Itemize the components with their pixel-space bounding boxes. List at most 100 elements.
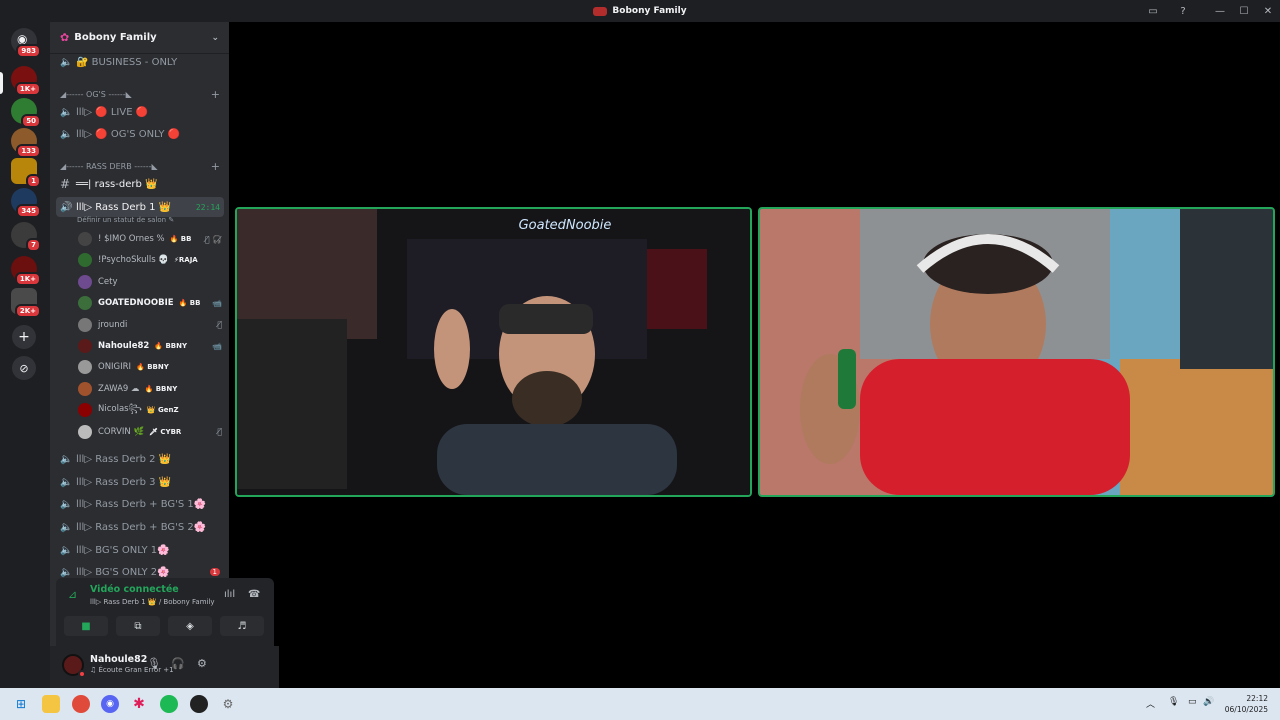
soundboard-button[interactable]: ♬ <box>220 616 264 636</box>
tray-chevron-up-icon[interactable]: ︿ <box>1146 697 1155 710</box>
server-icon[interactable]: 133 <box>11 128 41 158</box>
speaker-icon: 🔈 <box>60 128 73 140</box>
window-title-text: Bobony Family <box>612 6 687 16</box>
voice-member[interactable]: ZAWA9 ☁ 🔥 BBNY <box>78 380 222 398</box>
video-tile-nahoule82[interactable] <box>758 207 1275 497</box>
channel-ogs-only[interactable]: 🔈 lll▷ 🔴 OG'S ONLY 🔴 <box>56 124 224 144</box>
screen-share-button[interactable]: ⧉ <box>116 616 160 636</box>
windows-start-icon[interactable]: ⊞ <box>12 695 30 713</box>
voice-member[interactable]: jroundi 🎙̸ <box>78 316 222 334</box>
category-rass-derb[interactable]: ◢------ RASS DERB ------◣ + <box>60 160 220 173</box>
screen-share-icon: ⧉ <box>134 620 142 632</box>
noise-suppression-icon[interactable]: ılıl <box>224 589 235 600</box>
user-panel: Nahoule82 ♫ Écoute Gran Error +1 🎙 🎧 ⚙ <box>50 646 279 688</box>
server-rail: ◉ 983 1K+ 50 133 1 345 7 1K+ 2K+ + ⊘ <box>0 22 50 688</box>
dnd-status-icon <box>78 670 86 678</box>
gear-icon[interactable]: ⚙ <box>197 657 207 670</box>
discover-icon[interactable]: ⊘ <box>12 356 36 380</box>
server-discord-home[interactable]: ◉ 983 <box>11 28 41 58</box>
voice-member[interactable]: GOATEDNOOBIE 🔥 BB 📹 <box>78 294 222 312</box>
channel-label: lll▷ Rass Derb + BG'S 2🌸 <box>76 521 207 533</box>
help-icon[interactable]: ? <box>1176 4 1190 18</box>
channel-business[interactable]: 🔈 🔐 BUSINESS - ONLY <box>56 52 224 72</box>
member-name: jroundi <box>98 319 128 330</box>
member-name: ONIGIRI <box>98 362 132 373</box>
server-header[interactable]: ✿ Bobony Family ⌄ <box>50 22 229 54</box>
category-ogs[interactable]: ◢------ OG'S ------◣ + <box>60 88 220 101</box>
member-name: Nicolas꧂ <box>98 404 142 415</box>
voice-member[interactable]: ONIGIRI 🔥 BBNY <box>78 358 222 376</box>
maximize-button[interactable]: ☐ <box>1232 6 1256 17</box>
add-channel-icon[interactable]: + <box>211 160 220 173</box>
os-taskbar: ⊞ ◉ ✱ ⚙ ︿ 🎙 ▭ 🔊 22:12 06/10/2025 <box>0 688 1280 720</box>
channel-rass-derb-text[interactable]: # ══| rass-derb 👑 <box>56 174 224 194</box>
tray-volume-icon[interactable]: 🔊 <box>1203 697 1214 707</box>
set-channel-status[interactable]: Définir un statut de salon ✎ <box>77 216 174 224</box>
server-icon[interactable]: 345 <box>11 188 41 218</box>
disconnect-icon[interactable]: ☎ <box>248 589 260 600</box>
camera-button[interactable]: ■ <box>64 616 108 636</box>
slack-icon[interactable]: ✱ <box>130 695 148 713</box>
headphones-icon[interactable]: 🎧 <box>171 657 185 670</box>
video-feed <box>760 209 1273 495</box>
add-channel-icon[interactable]: + <box>211 88 220 101</box>
username[interactable]: Nahoule82 <box>90 654 147 665</box>
server-badge: 133 <box>16 144 41 158</box>
avatar <box>78 403 92 418</box>
video-tile-goatednoobie[interactable]: GoatedNoobie <box>235 207 752 497</box>
app-logo-icon <box>593 6 608 16</box>
avatar <box>78 360 92 375</box>
server-icon[interactable]: 1K+ <box>11 256 41 286</box>
spotify-icon[interactable] <box>160 695 178 713</box>
avatar <box>78 424 92 439</box>
member-name: ! $IMO Ornes % <box>98 234 165 244</box>
settings-gear-icon[interactable]: ⚙ <box>219 695 237 713</box>
app-icon[interactable] <box>190 695 208 713</box>
neon-sign-text: GoatedNoobie <box>519 218 612 233</box>
window-controls: — ☐ ✕ <box>1208 0 1280 22</box>
channel-label: lll▷ BG'S ONLY 2🌸 <box>76 566 170 578</box>
voice-member[interactable]: Cety <box>78 273 222 291</box>
close-button[interactable]: ✕ <box>1256 6 1280 17</box>
video-feed: GoatedNoobie <box>237 209 750 495</box>
server-icon[interactable]: 50 <box>11 98 41 128</box>
inbox-icon[interactable]: ▭ <box>1146 4 1160 18</box>
speaker-icon: 🔈 <box>60 544 73 556</box>
server-folder-icon[interactable]: 2K+ <box>11 288 41 318</box>
channel-rass-derb-bgs-2[interactable]: 🔈 lll▷ Rass Derb + BG'S 2🌸 <box>56 517 224 537</box>
discord-taskbar-icon[interactable]: ◉ <box>101 695 119 713</box>
chrome-icon[interactable] <box>72 695 90 713</box>
channel-live[interactable]: 🔈 lll▷ 🔴 LIVE 🔴 <box>56 102 224 122</box>
voice-member[interactable]: Nahoule82 🔥 BBNY 📹 <box>78 337 222 355</box>
member-name: !PsychoSkulls 💀 <box>98 255 169 266</box>
voice-member[interactable]: !PsychoSkulls 💀 ⚡RAJA <box>78 251 222 269</box>
system-clock[interactable]: 22:12 06/10/2025 <box>1225 693 1268 715</box>
channel-rass-derb-3[interactable]: 🔈 lll▷ Rass Derb 3 👑 <box>56 472 224 492</box>
voice-member[interactable]: CORVIN 🌿 🗡 CYBR 🎙̸ <box>78 423 222 441</box>
channel-rass-derb-2[interactable]: 🔈 lll▷ Rass Derb 2 👑 <box>56 449 224 469</box>
tray-microphone-icon[interactable]: 🎙 <box>1168 697 1179 707</box>
server-badge: 1 <box>26 174 41 188</box>
server-icon[interactable]: 1K+ <box>11 66 41 96</box>
member-tag: 🔥 BB <box>178 299 201 308</box>
add-server-icon[interactable]: + <box>12 325 36 349</box>
channel-rass-derb-1[interactable]: 🔊 lll▷ Rass Derb 1 👑 22:14 <box>56 197 224 217</box>
minimize-button[interactable]: — <box>1208 6 1232 17</box>
microphone-icon[interactable]: 🎙 <box>147 657 161 670</box>
avatar <box>78 232 92 246</box>
channel-sidebar: ✿ Bobony Family ⌄ 🔈 🔐 BUSINESS - ONLY ◢-… <box>50 22 279 688</box>
voice-member[interactable]: Nicolas꧂ 👑 GenZ <box>78 401 222 419</box>
server-badge: 50 <box>21 114 41 128</box>
file-explorer-icon[interactable] <box>42 695 60 713</box>
voice-timer: 22:14 <box>195 202 220 212</box>
tray-monitor-icon[interactable]: ▭ <box>1188 697 1197 707</box>
voice-member[interactable]: ! $IMO Ornes % 🔥 BB 🎙̸ 🎧̸ <box>78 230 222 248</box>
server-icon[interactable]: 1 <box>11 158 41 188</box>
voice-location[interactable]: lll▷ Rass Derb 1 👑 / Bobony Family <box>90 598 215 606</box>
camera-icon: ■ <box>81 620 91 632</box>
server-icon[interactable]: 7 <box>11 222 41 252</box>
channel-rass-derb-bgs-1[interactable]: 🔈 lll▷ Rass Derb + BG'S 1🌸 <box>56 494 224 514</box>
channel-bgs-only-1[interactable]: 🔈 lll▷ BG'S ONLY 1🌸 <box>56 540 224 560</box>
server-badge: 345 <box>16 204 41 218</box>
activity-button[interactable]: ◈ <box>168 616 212 636</box>
